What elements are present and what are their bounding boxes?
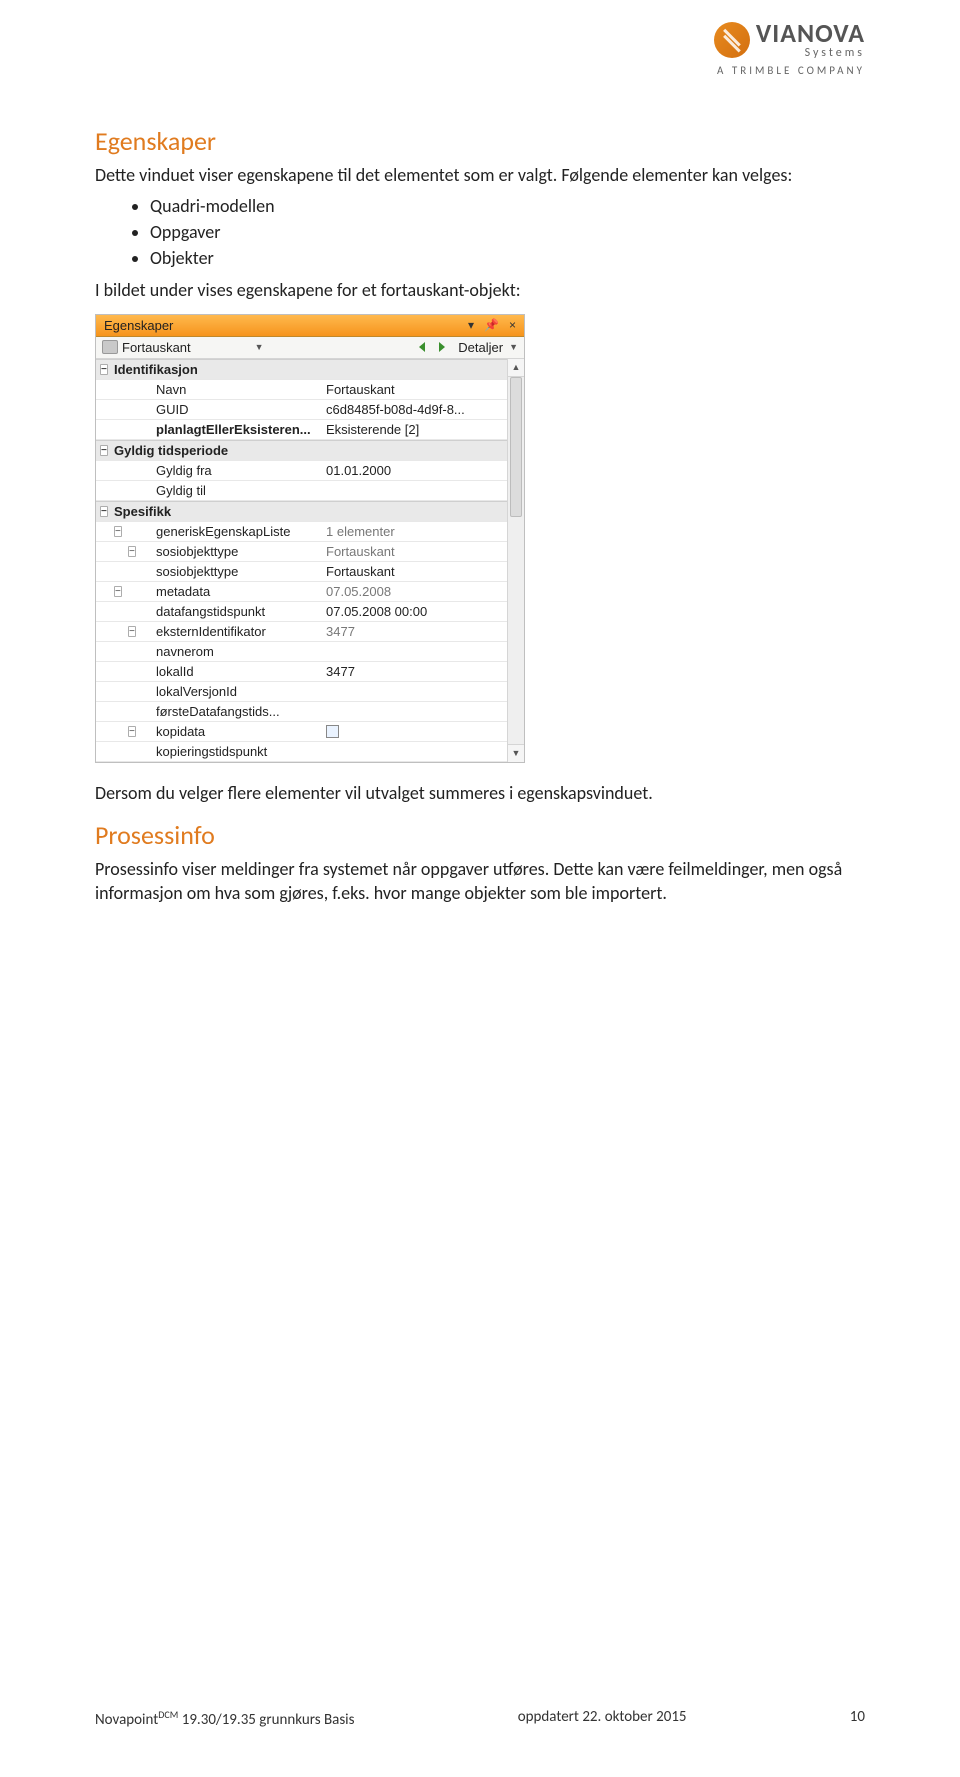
pin-icon[interactable]: 📌 [484, 318, 499, 332]
group-header: Identifikasjon [110, 359, 507, 380]
prop-value[interactable] [322, 722, 507, 742]
prop-value[interactable]: Fortauskant [322, 542, 507, 562]
heading-prosessinfo: Prosessinfo [95, 819, 865, 851]
close-icon[interactable]: × [509, 318, 516, 332]
prop-value[interactable]: 1 elementer [322, 522, 507, 542]
collapse-icon[interactable]: − [100, 445, 108, 456]
properties-grid: − Identifikasjon Navn Fortauskant GUID c… [96, 359, 507, 762]
checkbox-icon[interactable] [326, 725, 339, 738]
prop-value[interactable] [322, 481, 507, 501]
panel-toolbar: Fortauskant ▼ Detaljer ▼ [96, 337, 524, 359]
collapse-icon[interactable]: − [128, 546, 136, 557]
egenskaper-intro: Dette vinduet viser egenskapene til det … [95, 163, 865, 187]
object-dropdown-icon[interactable]: ▼ [255, 342, 264, 352]
footer-left: NovapointDCM 19.30/19.35 grunnkurs Basis [95, 1708, 355, 1729]
prop-label: lokalVersjonId [152, 682, 322, 702]
footer-page-number: 10 [850, 1708, 865, 1729]
properties-panel: Egenskaper ▾ 📌 × Fortauskant ▼ Detaljer … [95, 314, 525, 763]
brand-logo: VIANOVA Systems A TRIMBLE COMPANY [714, 20, 865, 77]
prop-value[interactable]: Fortauskant [322, 562, 507, 582]
prop-label: kopidata [152, 722, 322, 742]
prop-label: Gyldig til [152, 481, 322, 501]
vertical-scrollbar[interactable]: ▲ ▼ [507, 359, 524, 762]
logo-subtitle: Systems [805, 46, 865, 60]
list-item: Quadri-modellen [150, 193, 865, 219]
prop-value[interactable] [322, 682, 507, 702]
collapse-icon[interactable]: − [100, 506, 108, 517]
prop-value[interactable] [322, 742, 507, 762]
logo-tagline: A TRIMBLE COMPANY [714, 64, 865, 77]
forward-arrow-icon[interactable] [435, 340, 451, 354]
prop-value[interactable]: Eksisterende [2] [322, 420, 507, 440]
prop-value[interactable]: 01.01.2000 [322, 461, 507, 481]
footer-center: oppdatert 22. oktober 2015 [518, 1708, 687, 1729]
collapse-icon[interactable]: − [128, 726, 136, 737]
prop-value[interactable]: 3477 [322, 622, 507, 642]
panel-titlebar: Egenskaper ▾ 📌 × [96, 315, 524, 337]
prop-value[interactable]: 07.05.2008 00:00 [322, 602, 507, 622]
back-arrow-icon[interactable] [415, 340, 431, 354]
prop-label: generiskEgenskapListe [152, 522, 322, 542]
prop-label: sosiobjekttype [152, 542, 322, 562]
object-type-icon [102, 340, 118, 354]
scroll-down-icon[interactable]: ▼ [508, 744, 524, 762]
list-item: Objekter [150, 245, 865, 271]
list-item: Oppgaver [150, 219, 865, 245]
prop-value[interactable] [322, 702, 507, 722]
prop-label: førsteDatafangstids... [152, 702, 322, 722]
prop-label: lokalId [152, 662, 322, 682]
detaljer-button[interactable]: Detaljer [458, 340, 503, 355]
scroll-thumb[interactable] [510, 377, 522, 517]
group-header: Spesifikk [110, 501, 507, 522]
prosessinfo-text: Prosessinfo viser meldinger fra systemet… [95, 857, 865, 906]
group-header: Gyldig tidsperiode [110, 440, 507, 461]
egenskaper-caption: I bildet under vises egenskapene for et … [95, 278, 865, 302]
prop-label: sosiobjekttype [152, 562, 322, 582]
logo-icon [714, 22, 750, 58]
prop-label: navnerom [152, 642, 322, 662]
egenskaper-bullet-list: Quadri-modellen Oppgaver Objekter [150, 193, 865, 271]
collapse-icon[interactable]: − [100, 364, 108, 375]
egenskaper-summary: Dersom du velger flere elementer vil utv… [95, 781, 865, 805]
heading-egenskaper: Egenskaper [95, 125, 865, 157]
prop-value[interactable] [322, 642, 507, 662]
logo-name: VIANOVA [756, 20, 865, 46]
collapse-icon[interactable]: − [128, 626, 136, 637]
collapse-icon[interactable]: − [114, 586, 122, 597]
prop-value[interactable]: 07.05.2008 [322, 582, 507, 602]
prop-label: datafangstidspunkt [152, 602, 322, 622]
object-name: Fortauskant [122, 340, 191, 355]
prop-value[interactable]: c6d8485f-b08d-4d9f-8... [322, 400, 507, 420]
panel-menu-arrow-icon[interactable]: ▾ [468, 318, 474, 332]
collapse-icon[interactable]: − [114, 526, 122, 537]
prop-label: metadata [152, 582, 322, 602]
prop-value[interactable]: Fortauskant [322, 380, 507, 400]
panel-title-text: Egenskaper [104, 318, 173, 333]
detaljer-dropdown-icon[interactable]: ▼ [509, 342, 518, 352]
page-footer: NovapointDCM 19.30/19.35 grunnkurs Basis… [95, 1708, 865, 1729]
prop-label: eksternIdentifikator [152, 622, 322, 642]
prop-label: Gyldig fra [152, 461, 322, 481]
scroll-up-icon[interactable]: ▲ [508, 359, 524, 377]
prop-value[interactable]: 3477 [322, 662, 507, 682]
prop-label: planlagtEllerEksisteren... [152, 420, 322, 440]
prop-label: kopieringstidspunkt [152, 742, 322, 762]
prop-label: Navn [152, 380, 322, 400]
prop-label: GUID [152, 400, 322, 420]
